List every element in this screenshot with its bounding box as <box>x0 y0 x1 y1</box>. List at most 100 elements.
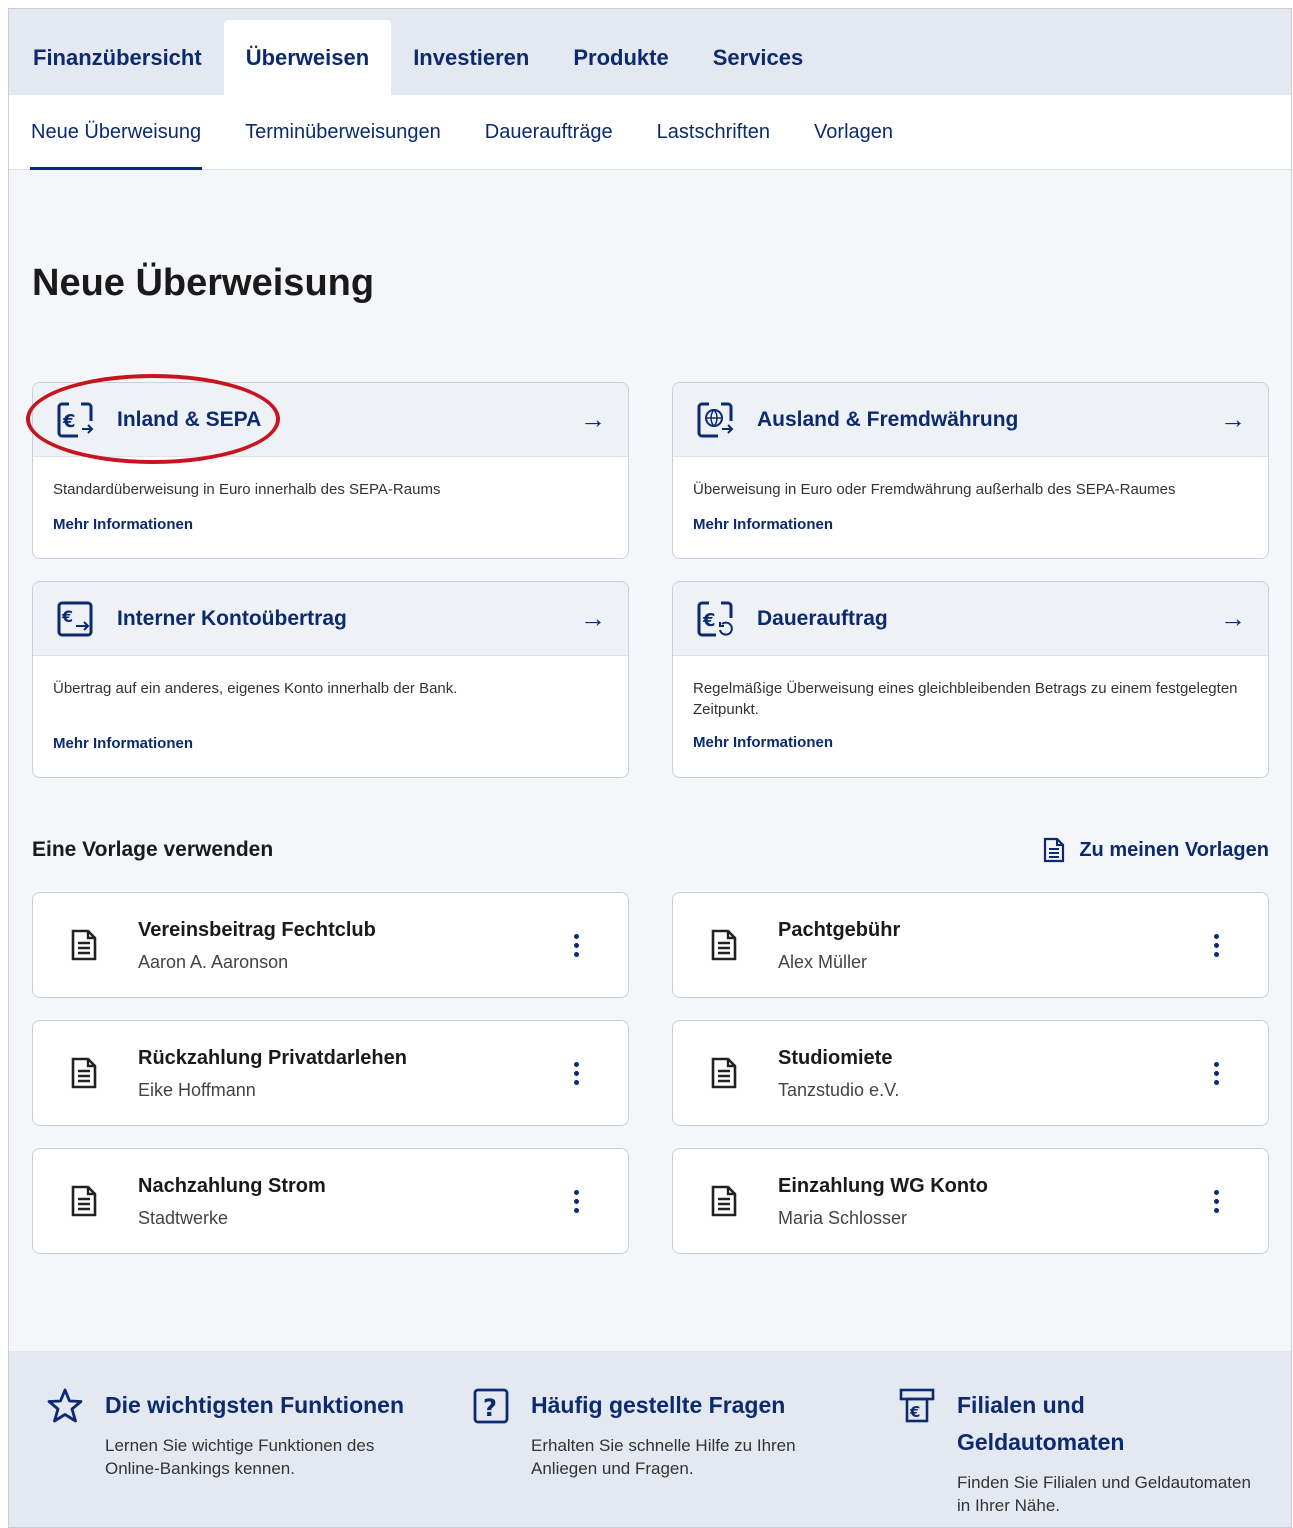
question-icon: ? <box>469 1387 513 1427</box>
footer-title: Häufig gestellte Fragen <box>531 1392 786 1418</box>
tab-investieren[interactable]: Investieren <box>391 20 551 95</box>
more-info-link[interactable]: Mehr Informationen <box>693 734 833 751</box>
document-icon <box>707 1184 741 1218</box>
template-recipient: Maria Schlosser <box>778 1208 908 1228</box>
euro-transfer-icon: € <box>55 400 95 440</box>
footer-title: Die wichtigsten Funktionen <box>105 1392 405 1418</box>
more-info-link[interactable]: Mehr Informationen <box>53 735 193 752</box>
tab-services[interactable]: Services <box>691 20 826 95</box>
document-icon <box>1044 837 1065 863</box>
footer-branches[interactable]: € Filialen und Geldautomaten Finden Sie … <box>895 1387 1257 1517</box>
more-options-icon[interactable] <box>1196 925 1236 965</box>
more-options-icon[interactable] <box>1196 1181 1236 1221</box>
card-description: Übertrag auf ein anderes, eigenes Konto … <box>53 680 458 697</box>
more-options-icon[interactable] <box>1196 1053 1236 1093</box>
subnav-vorlagen[interactable]: Vorlagen <box>814 95 893 170</box>
more-info-link[interactable]: Mehr Informationen <box>693 516 833 533</box>
footer-title: Filialen und Geldautomaten <box>957 1392 1125 1455</box>
template-recipient: Alex Müller <box>778 952 868 972</box>
svg-text:€: € <box>909 1403 920 1421</box>
template-text: Studiomiete Tanzstudio e.V. <box>778 1045 1196 1101</box>
card-title: Dauerauftrag <box>757 606 888 630</box>
footer-description: Erhalten Sie schnelle Hilfe zu Ihren Anl… <box>531 1436 796 1478</box>
template-item[interactable]: Vereinsbeitrag Fechtclub Aaron A. Aarons… <box>32 892 629 998</box>
document-icon <box>67 1184 101 1218</box>
template-item[interactable]: Studiomiete Tanzstudio e.V. <box>672 1020 1269 1126</box>
globe-transfer-icon <box>695 400 735 440</box>
more-options-icon[interactable] <box>556 925 596 965</box>
footer-text: Die wichtigsten Funktionen Lernen Sie wi… <box>105 1387 405 1480</box>
card-title: Interner Kontoübertrag <box>117 606 347 630</box>
card-dauerauftrag: € Dauerauftrag → Regelmäßige Überweisung… <box>672 581 1269 778</box>
template-recipient: Tanzstudio e.V. <box>778 1080 900 1100</box>
subnav-dauerauftraege[interactable]: Daueraufträge <box>485 95 613 170</box>
template-name: Vereinsbeitrag Fechtclub <box>138 919 376 941</box>
more-info-link[interactable]: Mehr Informationen <box>53 516 193 533</box>
template-text: Vereinsbeitrag Fechtclub Aaron A. Aarons… <box>138 917 556 973</box>
template-item[interactable]: Rückzahlung Privatdarlehen Eike Hoffmann <box>32 1020 629 1126</box>
footer-faq[interactable]: ? Häufig gestellte Fragen Erhalten Sie s… <box>469 1387 831 1480</box>
template-item[interactable]: Nachzahlung Strom Stadtwerke <box>32 1148 629 1254</box>
templates-header: Eine Vorlage verwenden Zu meinen Vorlage… <box>32 837 1269 863</box>
template-name: Studiomiete <box>778 1047 893 1069</box>
transfer-options: € Inland & SEPA → Standardüberweisung in… <box>32 382 1269 778</box>
footer-description: Finden Sie Filialen und Geldautomaten in… <box>957 1473 1251 1515</box>
tab-produkte[interactable]: Produkte <box>551 20 690 95</box>
card-title: Inland & SEPA <box>117 407 262 431</box>
arrow-right-icon: → <box>580 404 606 434</box>
card-dauerauftrag-header[interactable]: € Dauerauftrag → <box>673 582 1268 656</box>
footer-description: Lernen Sie wichtige Funktionen des Onlin… <box>105 1436 375 1478</box>
subnav-neue-ueberweisung[interactable]: Neue Überweisung <box>29 95 203 170</box>
tab-ueberweisen[interactable]: Überweisen <box>223 20 392 95</box>
template-recipient: Eike Hoffmann <box>138 1080 256 1100</box>
footer-links: Die wichtigsten Funktionen Lernen Sie wi… <box>9 1351 1291 1527</box>
template-item[interactable]: Pachtgebühr Alex Müller <box>672 892 1269 998</box>
card-inland-sepa-header[interactable]: € Inland & SEPA → <box>33 383 628 457</box>
standing-order-icon: € <box>695 599 735 639</box>
more-options-icon[interactable] <box>556 1053 596 1093</box>
more-options-icon[interactable] <box>556 1181 596 1221</box>
template-name: Nachzahlung Strom <box>138 1175 326 1197</box>
document-icon <box>707 1056 741 1090</box>
template-name: Einzahlung WG Konto <box>778 1175 988 1197</box>
footer-functions[interactable]: Die wichtigsten Funktionen Lernen Sie wi… <box>43 1387 405 1480</box>
arrow-right-icon: → <box>1220 603 1246 633</box>
main-navigation: Finanzübersicht Überweisen Investieren P… <box>9 9 1291 95</box>
subnav-terminueberweisungen[interactable]: Terminüberweisungen <box>245 95 441 170</box>
template-name: Rückzahlung Privatdarlehen <box>138 1047 407 1069</box>
svg-text:€: € <box>702 610 716 631</box>
card-title: Ausland & Fremdwährung <box>757 407 1019 431</box>
card-ausland-header[interactable]: Ausland & Fremdwährung → <box>673 383 1268 457</box>
card-interner-kontouebertrag: € Interner Kontoübertrag → Übertrag auf … <box>32 581 629 778</box>
star-icon <box>43 1387 87 1427</box>
card-body: Regelmäßige Überweisung eines gleichblei… <box>673 656 1268 777</box>
card-intern-header[interactable]: € Interner Kontoübertrag → <box>33 582 628 656</box>
template-name: Pachtgebühr <box>778 919 901 941</box>
card-description: Standardüberweisung in Euro innerhalb de… <box>53 481 441 498</box>
card-description: Überweisung in Euro oder Fremdwährung au… <box>693 481 1176 498</box>
svg-text:€: € <box>62 411 76 432</box>
template-recipient: Stadtwerke <box>138 1208 229 1228</box>
arrow-right-icon: → <box>1220 404 1246 434</box>
arrow-right-icon: → <box>580 603 606 633</box>
internal-transfer-icon: € <box>55 599 95 639</box>
template-recipient: Aaron A. Aaronson <box>138 952 289 972</box>
card-description: Regelmäßige Überweisung eines gleichblei… <box>693 680 1238 718</box>
template-list: Vereinsbeitrag Fechtclub Aaron A. Aarons… <box>32 892 1269 1254</box>
card-body: Standardüberweisung in Euro innerhalb de… <box>33 457 628 558</box>
templates-title: Eine Vorlage verwenden <box>32 838 274 861</box>
svg-text:?: ? <box>483 1394 497 1422</box>
subnav-lastschriften[interactable]: Lastschriften <box>657 95 770 170</box>
footer-text: Filialen und Geldautomaten Finden Sie Fi… <box>957 1387 1257 1517</box>
footer-text: Häufig gestellte Fragen Erhalten Sie sch… <box>531 1387 831 1480</box>
my-templates-link[interactable]: Zu meinen Vorlagen <box>1043 837 1269 863</box>
card-body: Übertrag auf ein anderes, eigenes Konto … <box>33 656 628 777</box>
template-text: Nachzahlung Strom Stadtwerke <box>138 1173 556 1229</box>
template-text: Einzahlung WG Konto Maria Schlosser <box>778 1173 1196 1229</box>
atm-icon: € <box>895 1387 939 1427</box>
banking-app: Finanzübersicht Überweisen Investieren P… <box>8 8 1292 1528</box>
svg-text:€: € <box>61 607 73 626</box>
tab-finanzuebersicht[interactable]: Finanzübersicht <box>11 20 224 95</box>
template-item[interactable]: Einzahlung WG Konto Maria Schlosser <box>672 1148 1269 1254</box>
document-icon <box>67 1056 101 1090</box>
